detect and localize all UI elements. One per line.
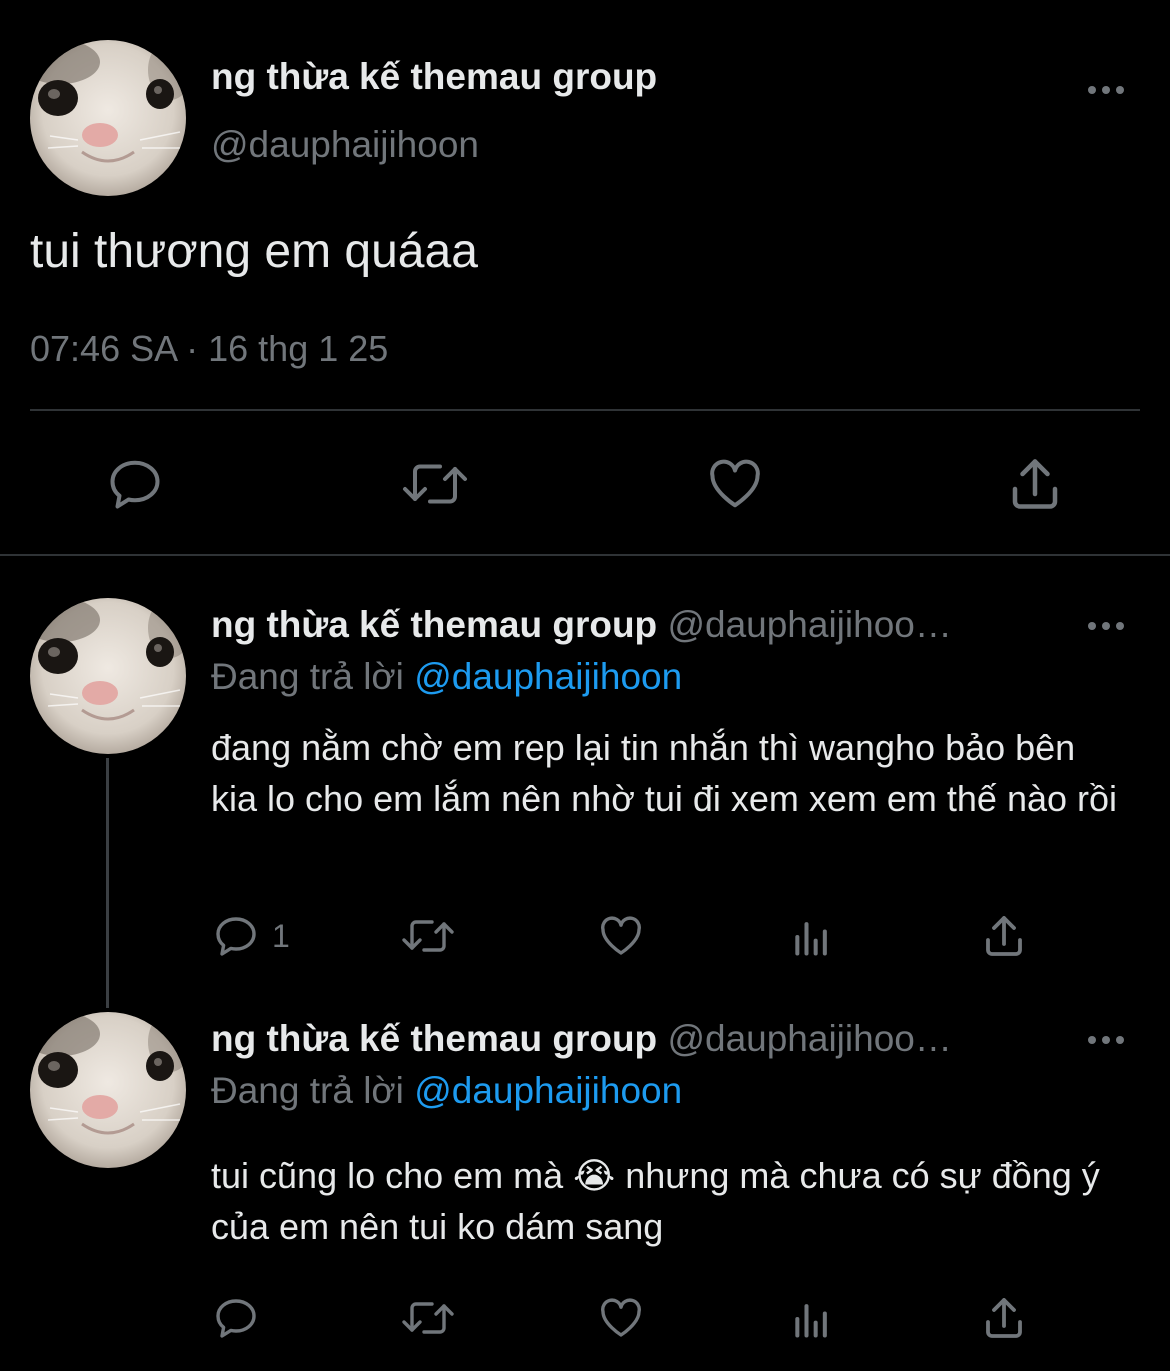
reply-text: đang nằm chờ em rep lại tin nhắn thì wan… — [211, 727, 1118, 819]
views-icon[interactable] — [790, 1296, 834, 1342]
reply-text: tui cũng lo cho em mà 😭 nhưng mà chưa có… — [211, 1155, 1100, 1247]
tweet-text: tui thương em quáaa — [30, 225, 478, 278]
reply-icon[interactable] — [104, 454, 166, 514]
retweet-icon[interactable] — [400, 912, 456, 960]
reply-author-line[interactable]: ng thừa kế themau group @dauphaijihoo… — [211, 1018, 952, 1060]
replying-to-mention[interactable]: @dauphaijihoon — [414, 1070, 682, 1111]
share-icon[interactable] — [1004, 454, 1066, 514]
reply-display-name[interactable]: ng thừa kế themau group — [211, 1018, 657, 1059]
share-icon[interactable] — [980, 912, 1028, 960]
reply-count: 1 — [272, 918, 290, 954]
avatar[interactable] — [30, 598, 186, 754]
replying-to-line: Đang trả lời @dauphaijihoon — [211, 656, 682, 698]
replying-to-mention[interactable]: @dauphaijihoon — [414, 656, 682, 697]
author-display-name[interactable]: ng thừa kế themau group — [211, 56, 657, 98]
reply-icon[interactable] — [212, 1294, 260, 1342]
more-icon[interactable] — [1088, 620, 1128, 632]
thread-line — [106, 758, 109, 1008]
divider — [30, 409, 1140, 411]
divider — [0, 554, 1170, 556]
like-icon[interactable] — [596, 912, 646, 960]
avatar[interactable] — [30, 1012, 186, 1168]
reply-author-line[interactable]: ng thừa kế themau group @dauphaijihoo… — [211, 604, 952, 646]
reply-display-name[interactable]: ng thừa kế themau group — [211, 604, 657, 645]
replying-to-label: Đang trả lời — [211, 1070, 404, 1111]
reply-icon[interactable] — [212, 912, 260, 960]
replying-to-line: Đang trả lời @dauphaijihoon — [211, 1070, 682, 1112]
tweet-timestamp[interactable]: 07:46 SA · 16 thg 1 25 — [30, 328, 388, 370]
retweet-icon[interactable] — [400, 454, 470, 514]
more-icon[interactable] — [1088, 84, 1128, 96]
avatar[interactable] — [30, 40, 186, 196]
reply-handle[interactable]: @dauphaijihoo… — [667, 1018, 951, 1059]
like-icon[interactable] — [596, 1294, 646, 1342]
views-icon[interactable] — [790, 914, 834, 960]
more-icon[interactable] — [1088, 1034, 1128, 1046]
like-icon[interactable] — [704, 454, 766, 514]
author-handle[interactable]: @dauphaijihoon — [211, 124, 479, 166]
share-icon[interactable] — [980, 1294, 1028, 1342]
reply-handle[interactable]: @dauphaijihoo… — [667, 604, 951, 645]
replying-to-label: Đang trả lời — [211, 656, 404, 697]
retweet-icon[interactable] — [400, 1294, 456, 1342]
